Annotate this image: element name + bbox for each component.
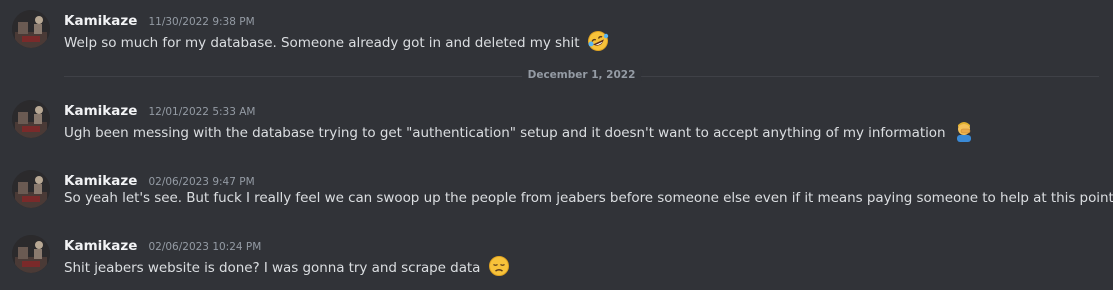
avatar[interactable] bbox=[12, 170, 50, 208]
message-list: Kamikaze 11/30/2022 9:38 PM Welp so much… bbox=[0, 0, 1113, 290]
disappointed-face-emoji-icon bbox=[488, 255, 510, 281]
date-divider-label: December 1, 2022 bbox=[521, 69, 642, 81]
author-name[interactable]: Kamikaze bbox=[64, 13, 137, 29]
avatar[interactable] bbox=[12, 100, 50, 138]
message-content: Ugh been messing with the database tryin… bbox=[64, 120, 975, 146]
message-timestamp: 02/06/2023 10:24 PM bbox=[148, 241, 262, 253]
message-timestamp: 11/30/2022 9:38 PM bbox=[148, 16, 255, 28]
message-timestamp: 12/01/2022 5:33 AM bbox=[148, 106, 256, 118]
message-text: So yeah let's see. But fuck I really fee… bbox=[64, 190, 1113, 206]
avatar[interactable] bbox=[12, 10, 50, 48]
author-name[interactable]: Kamikaze bbox=[64, 173, 137, 189]
author-name[interactable]: Kamikaze bbox=[64, 238, 137, 254]
message-timestamp: 02/06/2023 9:47 PM bbox=[148, 176, 255, 188]
message-text: Shit jeabers website is done? I was gonn… bbox=[64, 260, 481, 276]
rolling-on-floor-laughing-emoji-icon bbox=[587, 30, 609, 56]
date-divider: December 1, 2022 bbox=[64, 69, 1099, 81]
avatar[interactable] bbox=[12, 235, 50, 273]
message-content: Shit jeabers website is done? I was gonn… bbox=[64, 255, 510, 281]
message-text: Welp so much for my database. Someone al… bbox=[64, 35, 580, 51]
man-facepalming-emoji-icon bbox=[953, 120, 975, 146]
message-content: Welp so much for my database. Someone al… bbox=[64, 30, 609, 56]
author-name[interactable]: Kamikaze bbox=[64, 103, 137, 119]
message-text: Ugh been messing with the database tryin… bbox=[64, 125, 946, 141]
message-content: So yeah let's see. But fuck I really fee… bbox=[64, 190, 1113, 206]
